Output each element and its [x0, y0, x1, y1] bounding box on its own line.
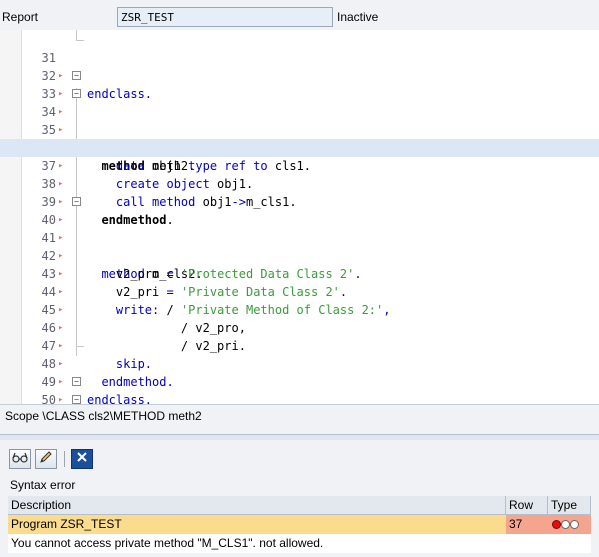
error-description-cell: Program ZSR_TEST [8, 515, 506, 534]
code-line[interactable]: 39 ▸ [0, 175, 599, 225]
glasses-icon[interactable] [9, 449, 31, 469]
syntax-error-title: Syntax error [10, 478, 76, 492]
column-header-description[interactable]: Description [8, 496, 506, 515]
splitter[interactable] [0, 434, 599, 440]
table-row[interactable]: Program ZSR_TEST 37 [8, 515, 591, 534]
code-line-current[interactable]: 37 ▸ call method obj1->m_cls1. [0, 139, 599, 209]
code-line[interactable]: 47 ▸ endmethod. [0, 319, 599, 389]
header-bar: Report ZSR_TEST Inactive [0, 0, 599, 30]
fold-toggle-icon[interactable]: − [72, 71, 81, 80]
column-header-type[interactable]: Type [548, 496, 591, 515]
scope-text: Scope \CLASS cls2\METHOD meth2 [5, 409, 202, 423]
error-light-off-icon [570, 520, 579, 529]
fold-toggle-icon[interactable]: − [72, 197, 81, 206]
code-line[interactable]: 51 ▸ − method meth1. [0, 391, 599, 404]
code-line[interactable]: 45 ▸ / v2_pri. [0, 283, 599, 353]
program-name-field[interactable]: ZSR_TEST [117, 7, 333, 27]
close-icon[interactable] [71, 449, 93, 469]
column-header-row[interactable]: Row [506, 496, 548, 515]
code-line[interactable]: 43 ▸ write: / 'Private Method of Class 2… [0, 247, 599, 317]
toolbar-separator [64, 451, 65, 467]
error-light-red-icon [552, 520, 561, 529]
code-line[interactable]: 46 ▸ skip. [0, 301, 599, 371]
fold-toggle-icon[interactable]: − [72, 377, 81, 386]
code-line[interactable]: 41 ▸ v2_pro = 'Protected Data Class 2'. [0, 211, 599, 281]
code-line[interactable]: 42 ▸ v2_pri = 'Private Data Class 2'. [0, 229, 599, 299]
code-line[interactable]: 33 ▸ − class cls2 implementation. [0, 67, 599, 155]
code-line[interactable]: 31 ▸ endclass. [0, 31, 599, 101]
error-type-cell [548, 515, 591, 534]
error-toolbar [0, 447, 599, 473]
fold-toggle-icon[interactable]: − [72, 395, 81, 404]
code-line[interactable]: 49 ▸ [0, 355, 599, 404]
error-row-cell: 37 [506, 515, 548, 534]
code-line[interactable]: 48 ▸ endclass. [0, 337, 599, 404]
report-label: Report [2, 10, 39, 24]
code-line[interactable]: 40 ▸ − method m_cls2. [0, 193, 599, 281]
code-line[interactable]: 44 ▸ / v2_pro, [0, 265, 599, 335]
error-light-off-icon [561, 520, 570, 529]
code-line[interactable]: 34 ▸ − method meth2. [0, 85, 599, 173]
code-line[interactable]: 36 ▸ create object obj1. [0, 121, 599, 191]
code-line[interactable]: 50 ▸ − class cls1 implementation. [0, 373, 599, 404]
fold-toggle-icon[interactable]: − [72, 89, 81, 98]
pencil-icon[interactable] [35, 449, 57, 469]
scope-bar: Scope \CLASS cls2\METHOD meth2 [0, 404, 599, 428]
table-row[interactable]: You cannot access private method "M_CLS1… [8, 534, 591, 553]
error-message-cell: You cannot access private method "M_CLS1… [11, 536, 324, 550]
code-line[interactable]: 38 ▸ endmethod. [0, 157, 599, 227]
status-label: Inactive [337, 10, 379, 24]
code-line[interactable]: 32 ▸ [0, 49, 599, 99]
code-line[interactable]: 35 ▸ data obj1 type ref to cls1. [0, 103, 599, 173]
code-editor[interactable]: 31 ▸ endclass. 32 ▸ 33 ▸ − class cls2 im… [0, 30, 599, 404]
